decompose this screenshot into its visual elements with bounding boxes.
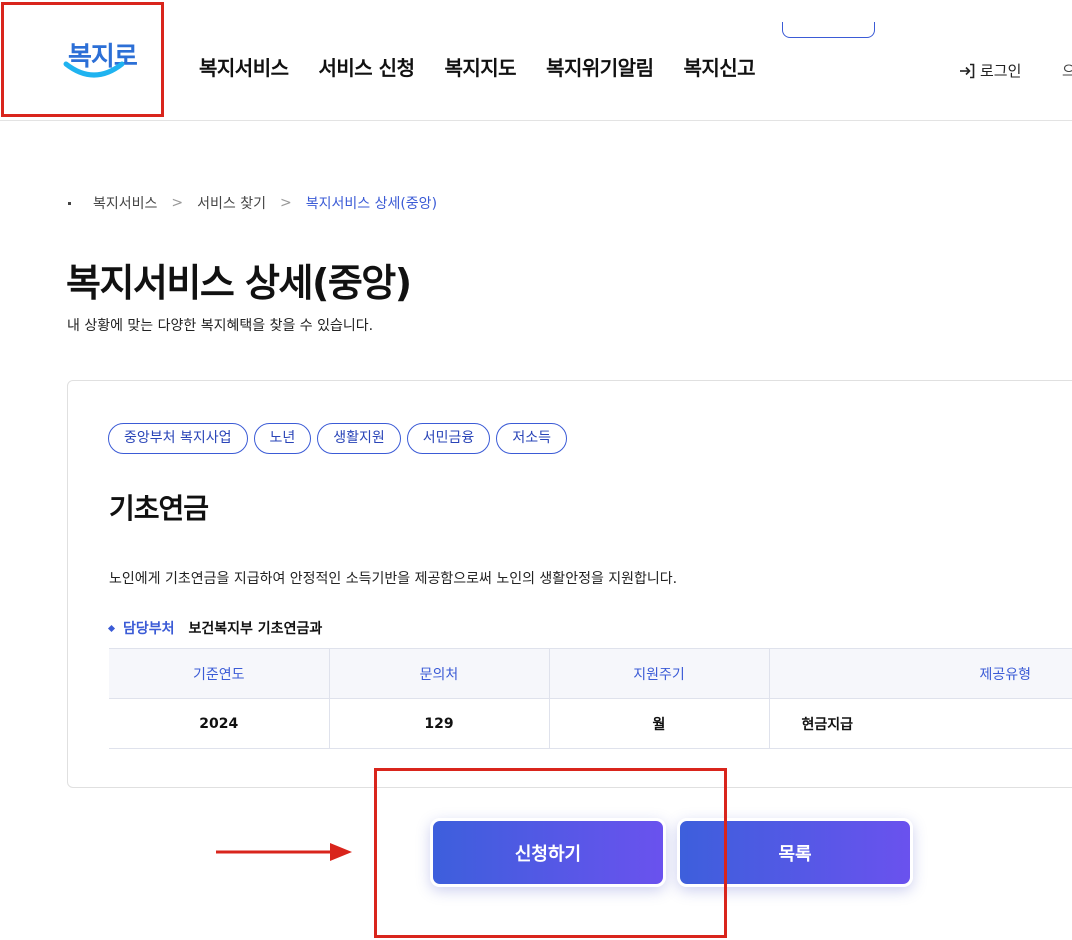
service-card: 중앙부처 복지사업 노년 생활지원 서민금융 저소득 기초연금 노인에게 기초연…: [67, 380, 1072, 788]
breadcrumb-item-search[interactable]: 서비스 찾기: [197, 193, 266, 213]
diamond-bullet-icon: [107, 624, 116, 632]
tag-micro-finance[interactable]: 서민금융: [406, 423, 491, 454]
cell-contact: 129: [329, 698, 550, 749]
header-contact: 문의처: [329, 648, 550, 699]
breadcrumb-home-dot: [68, 201, 71, 205]
annotation-arrow-icon: [216, 843, 352, 861]
login-icon: [960, 63, 975, 78]
department-label: 담당부처: [123, 621, 175, 637]
tag-low-income[interactable]: 저소득: [496, 423, 567, 454]
service-tags: 중앙부처 복지사업 노년 생활지원 서민금융 저소득: [108, 423, 567, 454]
login-label: 로그인: [980, 62, 1022, 80]
tag-living-support[interactable]: 생활지원: [317, 423, 401, 454]
department-value: 보건복지부 기초연금과: [188, 621, 323, 637]
tag-central-ministry[interactable]: 중앙부처 복지사업: [108, 423, 248, 454]
service-description: 노인에게 기초연금을 지급하여 안정적인 소득기반을 제공함으로써 노인의 생활…: [109, 571, 678, 587]
nav-service-apply[interactable]: 서비스 신청: [319, 52, 415, 81]
page-title: 복지서비스 상세(중앙): [66, 261, 412, 305]
nav-welfare-map[interactable]: 복지지도: [444, 52, 516, 81]
annotation-box-logo: [1, 2, 164, 117]
table-row: 2024 129 월 현금지급: [109, 698, 1072, 749]
user-menu-partial[interactable]: 으: [1062, 60, 1072, 81]
cell-base-year: 2024: [109, 698, 330, 749]
header-base-year: 기준연도: [109, 648, 330, 699]
breadcrumb-item-welfare[interactable]: 복지서비스: [93, 193, 157, 213]
nav-welfare-report[interactable]: 복지신고: [683, 52, 755, 81]
department-row: 담당부처 보건복지부 기초연금과: [107, 618, 323, 638]
annotation-box-apply: [374, 768, 727, 938]
login-link[interactable]: 로그인: [958, 60, 1021, 81]
chevron-right-icon: >: [280, 195, 292, 211]
tag-elderly[interactable]: 노년: [253, 423, 312, 454]
breadcrumb: 복지서비스 > 서비스 찾기 > 복지서비스 상세(중앙): [68, 193, 437, 213]
page-description: 내 상황에 맞는 다양한 복지혜택을 찾을 수 있습니다.: [67, 318, 374, 334]
breadcrumb-item-current: 복지서비스 상세(중앙): [305, 196, 438, 212]
cell-support-cycle: 월: [549, 698, 770, 749]
header-provision-type: 제공유형: [769, 648, 1072, 699]
service-info-table: 기준연도 문의처 지원주기 제공유형 2024 129 월 현금지급: [109, 648, 1072, 749]
table-header-row: 기준연도 문의처 지원주기 제공유형: [109, 648, 1072, 699]
cell-provision-type: 현금지급: [769, 698, 1072, 749]
nav-welfare-service[interactable]: 복지서비스: [199, 52, 289, 81]
header-support-cycle: 지원주기: [549, 648, 770, 699]
page: 복지로 복지서비스 서비스 신청 복지지도 복지위기알림 복지신고 로그인 으 …: [0, 0, 1072, 940]
top-tab-pill[interactable]: [782, 22, 875, 38]
chevron-right-icon: >: [171, 195, 184, 211]
service-title: 기초연금: [109, 492, 209, 525]
nav-crisis-alert[interactable]: 복지위기알림: [546, 52, 654, 81]
main-nav: 복지서비스 서비스 신청 복지지도 복지위기알림 복지신고: [199, 52, 785, 81]
